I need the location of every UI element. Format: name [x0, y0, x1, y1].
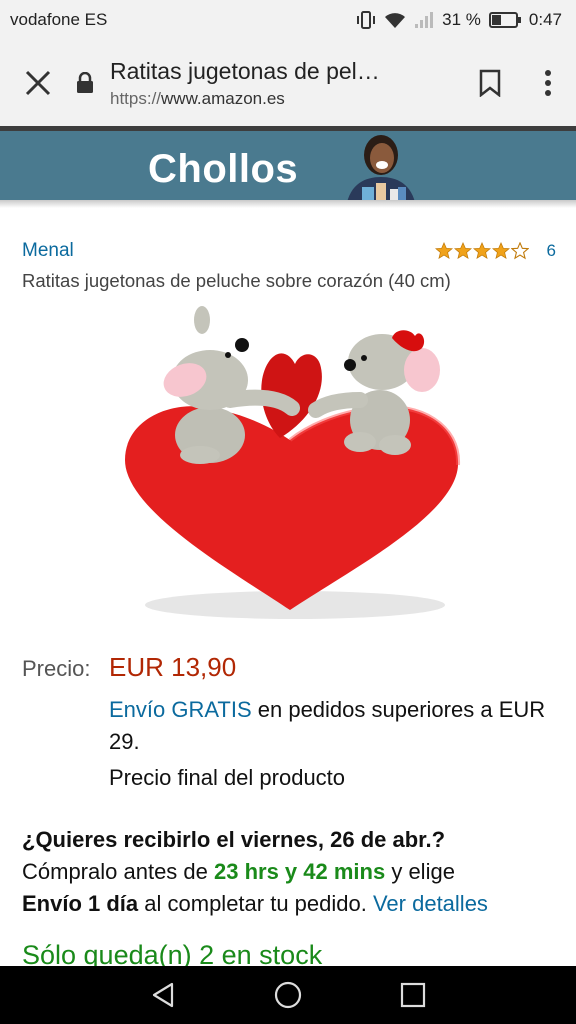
- product-title: Ratitas jugetonas de peluche sobre coraz…: [22, 270, 451, 291]
- bookmark-button[interactable]: [460, 40, 520, 126]
- star-empty-icon: [510, 242, 529, 260]
- url-scheme: https://: [110, 88, 162, 108]
- product-header: Menal 6: [22, 240, 556, 262]
- home-icon: [274, 981, 302, 1009]
- clock: 0:47: [528, 10, 562, 29]
- countdown: 23 hrs y 42 mins: [214, 859, 386, 884]
- banner-title: Chollos: [148, 146, 299, 191]
- back-button[interactable]: [133, 966, 193, 1024]
- free-shipping-link[interactable]: Envío GRATIS: [109, 697, 252, 722]
- close-tab-button[interactable]: [0, 40, 76, 126]
- delivery-option: Envío 1 día: [22, 891, 139, 916]
- back-icon: [152, 982, 173, 1008]
- close-icon: [25, 70, 51, 96]
- shipping-info: Envío GRATIS en pedidos superiores a EUR…: [109, 694, 549, 758]
- recents-icon: [401, 982, 426, 1008]
- status-icons: 31 % 0:47: [356, 10, 562, 30]
- details-link[interactable]: Ver detalles: [373, 891, 488, 916]
- vibrate-icon: [357, 11, 376, 29]
- complete-order-text: al completar tu pedido.: [138, 891, 373, 916]
- star-icon: [491, 242, 510, 259]
- wifi-icon: [385, 13, 406, 28]
- bookmark-icon: [479, 69, 501, 97]
- battery-icon: [488, 12, 521, 28]
- more-options-button[interactable]: [520, 40, 576, 126]
- banner-shadow: [0, 200, 576, 208]
- page-title: Ratitas jugetonas de pel…: [110, 57, 380, 84]
- carrier-label: vodafone ES: [10, 10, 108, 29]
- url-host: www.amazon.es: [161, 88, 285, 108]
- battery-percent: 31 %: [442, 10, 481, 29]
- star-rating: [434, 242, 529, 260]
- address-bar[interactable]: Ratitas jugetonas de pel… https://www.am…: [110, 58, 460, 109]
- star-icon: [472, 242, 491, 259]
- delivery-question: ¿Quieres recibirlo el viernes, 26 de abr…: [22, 827, 446, 852]
- banner-person-image: [346, 135, 416, 207]
- final-price-note: Precio final del producto: [109, 765, 346, 790]
- system-nav-bar: [0, 966, 576, 1024]
- review-count[interactable]: 6: [547, 241, 556, 261]
- url: https://www.amazon.es: [110, 89, 460, 109]
- signal-icon: [415, 12, 434, 28]
- choose-text: y elige: [385, 859, 455, 884]
- star-icon: [453, 242, 472, 259]
- status-bar: vodafone ES 31 % 0:47: [0, 0, 576, 40]
- brand-link[interactable]: Menal: [22, 240, 74, 262]
- promo-banner[interactable]: Chollos: [0, 131, 576, 207]
- lock-icon: [76, 72, 98, 94]
- price-label: Precio:: [22, 656, 91, 681]
- recents-button[interactable]: [383, 966, 443, 1024]
- more-vert-icon: [545, 70, 551, 96]
- price-value: EUR 13,90: [109, 652, 237, 682]
- price-row: Precio: EUR 13,90: [22, 652, 236, 683]
- home-button[interactable]: [258, 966, 318, 1024]
- rating[interactable]: 6: [434, 241, 556, 261]
- order-before-text: Cómpralo antes de: [22, 859, 214, 884]
- delivery-info: ¿Quieres recibirlo el viernes, 26 de abr…: [22, 824, 562, 920]
- star-icon: [434, 242, 453, 259]
- product-image[interactable]: [110, 300, 470, 630]
- browser-toolbar: Ratitas jugetonas de pel… https://www.am…: [0, 40, 576, 126]
